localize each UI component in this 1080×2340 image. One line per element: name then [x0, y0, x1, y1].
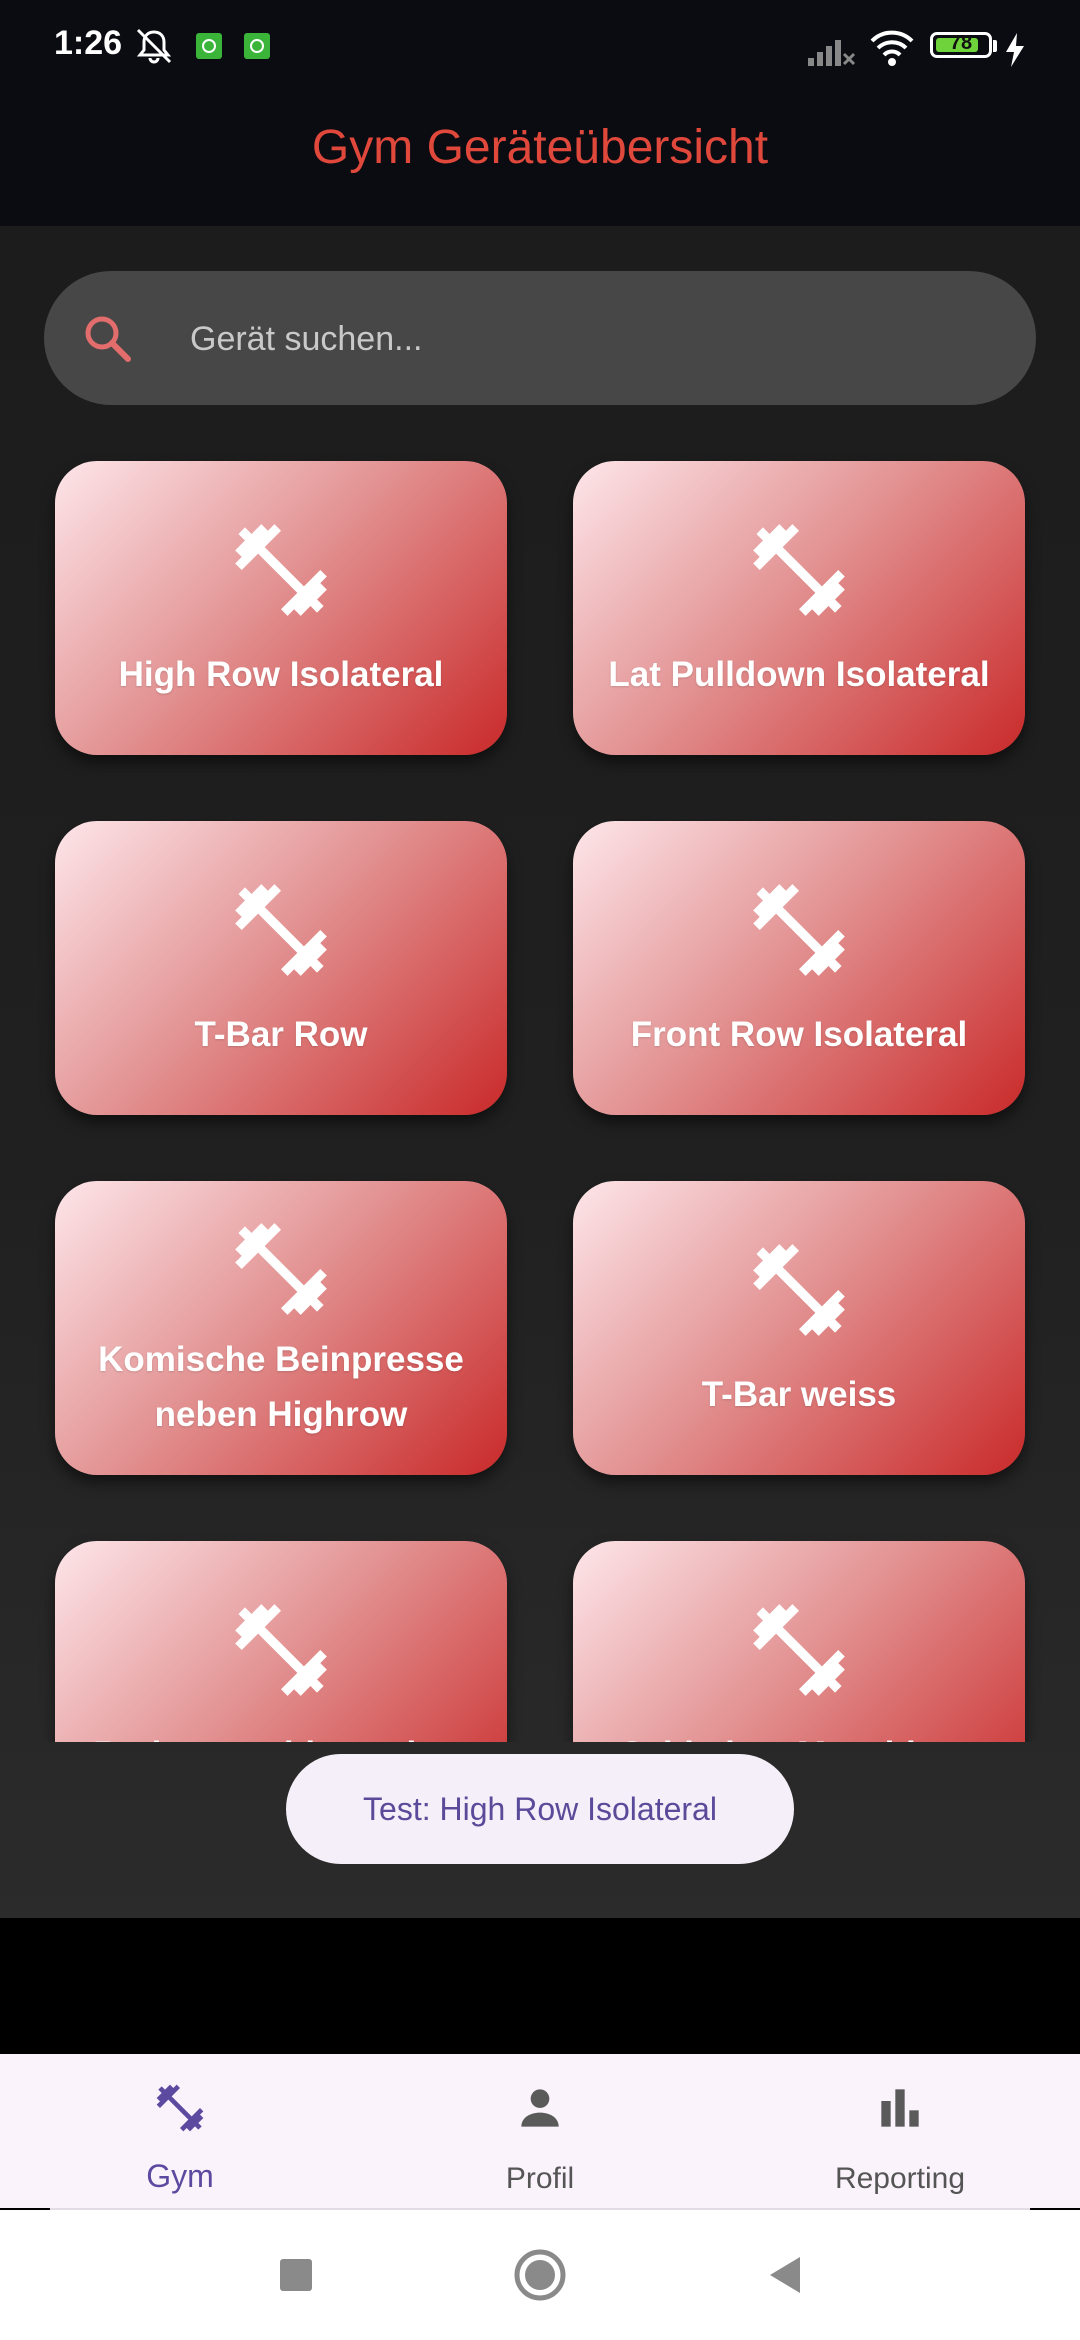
- dumbbell-icon: [753, 1243, 845, 1336]
- bar-chart-icon: [881, 2089, 919, 2127]
- home-circle-icon[interactable]: [470, 2210, 610, 2340]
- device-label: Lat Pulldown Isolateral: [608, 654, 990, 694]
- muted-bell-icon: [136, 28, 172, 64]
- battery-icon: 78: [930, 32, 992, 58]
- device-label: T-Bar weiss: [701, 1374, 897, 1414]
- device-card[interactable]: Lat Pulldown Isolateral: [573, 461, 1025, 755]
- back-triangle-icon[interactable]: [714, 2210, 854, 2340]
- device-label: T-Bar Row: [194, 1014, 368, 1054]
- snackbar-toast: Test: High Row Isolateral: [286, 1754, 794, 1864]
- device-card[interactable]: Komische Beinpresse neben Highrow: [55, 1181, 507, 1475]
- dumbbell-icon: [235, 1223, 327, 1315]
- nav-item-gym[interactable]: Gym: [0, 2054, 360, 2208]
- nav-label: Reporting: [834, 2162, 966, 2195]
- nav-label: Gym: [146, 2158, 214, 2194]
- dumbbell-icon: [753, 523, 845, 616]
- nav-item-reporting[interactable]: Reporting: [720, 2054, 1080, 2208]
- battery-tip: [993, 40, 997, 52]
- top-bar: 1:26 78 Gym Geräteübersicht: [0, 0, 1080, 226]
- device-label: Komische Beinpresse neben Highrow: [98, 1340, 464, 1434]
- search-input[interactable]: [188, 299, 992, 379]
- recents-square-icon[interactable]: [226, 2210, 366, 2340]
- device-card[interactable]: T-Bar weiss: [573, 1181, 1025, 1475]
- device-card[interactable]: T-Bar Row: [55, 821, 507, 1115]
- nav-label: Profil: [505, 2162, 575, 2195]
- person-icon: [521, 2089, 559, 2127]
- device-label: Rudermaschine neben: [73, 1727, 488, 1743]
- status-bar: 1:26 78: [0, 0, 1080, 96]
- dumbbell-icon: [753, 883, 845, 976]
- charging-icon: [1006, 33, 1024, 67]
- signal-icon: [808, 40, 856, 66]
- app-notification-icon: [196, 33, 222, 59]
- dumbbell-icon: [235, 883, 327, 976]
- dumbbell-icon: [235, 523, 327, 616]
- device-card[interactable]: Seitheben Maschinne: [573, 1541, 1025, 1742]
- wifi-icon: [870, 30, 914, 66]
- page-title: Gym Geräteübersicht: [311, 121, 769, 174]
- device-label: High Row Isolateral: [118, 654, 444, 694]
- device-grid: High Row Isolateral Lat Pulldown Isolate…: [0, 426, 1080, 1742]
- battery-level: 78: [949, 32, 973, 54]
- device-label: Front Row Isolateral: [630, 1014, 968, 1054]
- dumbbell-icon: [235, 1603, 327, 1696]
- search-bar[interactable]: [44, 271, 1036, 405]
- search-icon: [85, 316, 131, 362]
- status-time: 1:26: [54, 24, 123, 62]
- device-card[interactable]: Rudermaschine neben: [55, 1541, 507, 1742]
- dumbbell-icon: [753, 1603, 845, 1696]
- device-card[interactable]: High Row Isolateral: [55, 461, 507, 755]
- system-navigation-bar: [0, 2210, 1080, 2340]
- device-label: Seitheben Maschinne: [600, 1727, 998, 1743]
- bottom-navigation: Gym Profil Reporting: [0, 2054, 1080, 2208]
- app-notification-icon-2: [244, 33, 270, 59]
- device-card[interactable]: Front Row Isolateral: [573, 821, 1025, 1115]
- dumbbell-icon: [156, 2084, 204, 2132]
- nav-item-profil[interactable]: Profil: [360, 2054, 720, 2208]
- main-content: High Row Isolateral Lat Pulldown Isolate…: [0, 226, 1080, 1918]
